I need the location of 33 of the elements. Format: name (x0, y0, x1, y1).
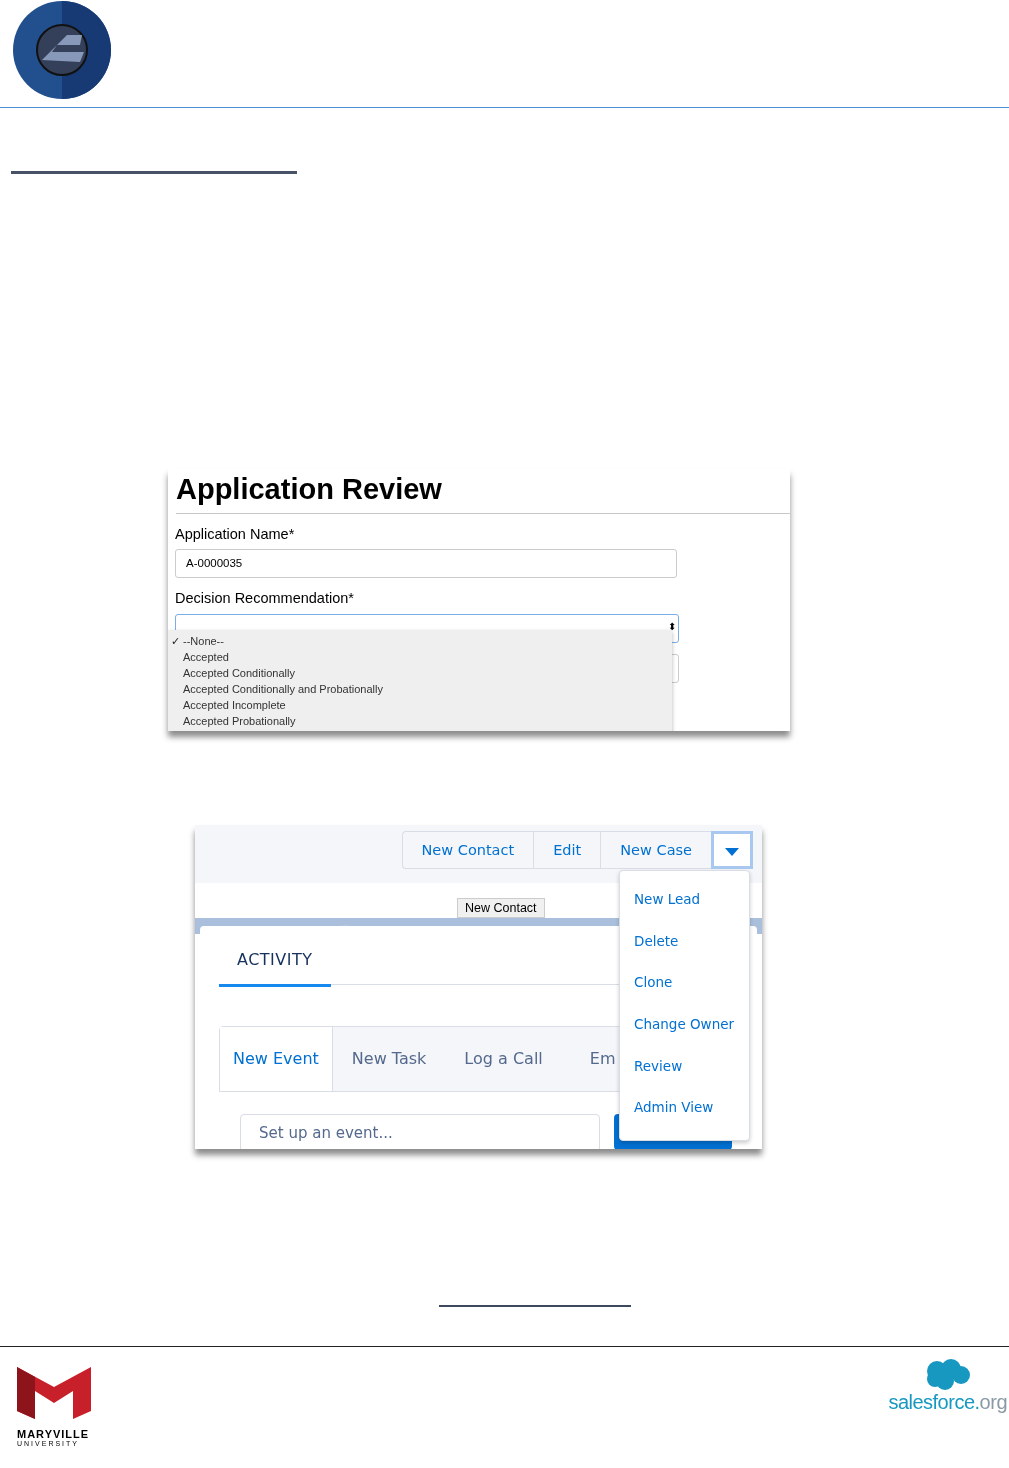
menu-item[interactable]: Clone (620, 974, 749, 1017)
select-arrows-icon: ⬍ (668, 621, 676, 632)
menu-item[interactable]: Change Owner (620, 1016, 749, 1058)
field-label: Application Name* (175, 526, 296, 544)
menu-item[interactable]: Review (620, 1057, 749, 1100)
dropdown-option[interactable]: Accepted Conditionally (168, 665, 672, 681)
composer-tab[interactable]: New Task (332, 1027, 446, 1091)
field-label: Decision Recommendation* (175, 590, 355, 608)
logo-icon (12, 0, 112, 100)
composer-tab[interactable]: New Event (220, 1027, 333, 1091)
dropdown-option[interactable]: Accepted Probationally (168, 713, 672, 729)
more-actions-button[interactable] (711, 831, 753, 869)
action-button[interactable]: Edit (533, 831, 601, 869)
cloud-icon (924, 1359, 971, 1391)
caret-icon (725, 847, 739, 856)
action-button[interactable]: New Contact (401, 831, 534, 869)
event-input[interactable]: Set up an event... (240, 1114, 600, 1149)
composer-tab[interactable]: Em (561, 1027, 619, 1091)
text-field[interactable]: A-0000035 (175, 549, 677, 578)
tooltip: New Contact (457, 898, 545, 918)
action-button[interactable]: New Case (600, 831, 711, 869)
partner-logo-text: salesforce.org (888, 1391, 1007, 1414)
dropdown-option[interactable]: Accepted (168, 649, 672, 665)
dropdown-option[interactable]: Accepted Conditionally and Probationally (168, 681, 672, 697)
menu-item[interactable]: Delete (620, 932, 749, 975)
composer-tab[interactable]: Log a Call (445, 1027, 562, 1091)
form-title: Application Review (175, 472, 443, 507)
m-logo-icon (17, 1367, 91, 1419)
activity-tab[interactable]: ACTIVITY (219, 950, 331, 987)
dropdown-option[interactable]: Accepted Incomplete (168, 697, 672, 713)
menu-item[interactable]: New Lead (620, 891, 749, 933)
menu-item[interactable]: Admin View (620, 1099, 749, 1142)
university-name: MARYVILLE (17, 1428, 90, 1440)
